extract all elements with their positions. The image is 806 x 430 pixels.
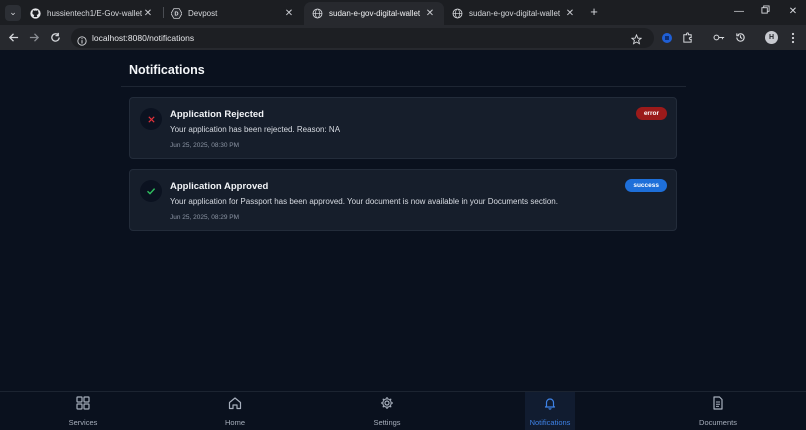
globe-icon (452, 8, 463, 19)
nav-item-documents[interactable]: Documents (692, 392, 744, 430)
notifications-page: Notifications Application Rejected Your … (0, 50, 806, 391)
close-tab-icon[interactable]: ✕ (424, 8, 436, 19)
nav-label: Documents (699, 417, 737, 427)
close-tab-icon[interactable]: ✕ (142, 8, 154, 19)
tab-search-button[interactable]: ⌄ (5, 4, 21, 21)
extension-sync-icon[interactable] (659, 30, 674, 45)
restore-icon[interactable] (758, 4, 772, 20)
notification-card[interactable]: Application Rejected Your application ha… (129, 97, 677, 159)
nav-label: Notifications (529, 417, 571, 427)
reload-icon[interactable] (48, 30, 63, 45)
browser-toolbar: localhost:8080/notifications (0, 25, 806, 50)
site-info-icon[interactable] (77, 33, 87, 51)
nav-label: Services (68, 417, 98, 427)
history-icon[interactable] (733, 30, 748, 45)
browser-tab-strip: ⌄ hussientech1/E-Gov-wallet ✕ D Devpost … (0, 0, 806, 25)
check-icon (140, 180, 162, 202)
notification-message: Your application has been rejected. Reas… (170, 125, 341, 134)
close-tab-icon[interactable]: ✕ (283, 8, 295, 19)
notification-date: Jun 25, 2025, 08:29 PM (170, 214, 240, 221)
extensions-puzzle-icon[interactable] (680, 30, 695, 45)
tab-e-gov-wallet-active[interactable]: sudan-e-gov-digital-wallet ✕ (304, 2, 444, 25)
forward-arrow-icon[interactable] (27, 30, 42, 45)
globe-icon (312, 8, 323, 19)
bell-icon (543, 396, 557, 415)
notification-message: Your application for Passport has been a… (170, 197, 558, 206)
back-arrow-icon[interactable] (6, 30, 21, 45)
close-window-icon[interactable]: ✕ (786, 4, 800, 20)
password-key-icon[interactable] (711, 30, 726, 45)
tab-label: sudan-e-gov-digital-wallet (329, 9, 421, 18)
document-icon (711, 395, 725, 415)
tab-label: sudan-e-gov-digital-wallet (469, 9, 561, 18)
notification-title: Application Rejected (170, 109, 264, 120)
url-text: localhost:8080/notifications (92, 33, 195, 43)
close-tab-icon[interactable]: ✕ (564, 8, 576, 19)
notification-card[interactable]: Application Approved Your application fo… (129, 169, 677, 231)
minimize-icon[interactable]: — (732, 4, 746, 20)
address-bar[interactable]: localhost:8080/notifications (71, 28, 654, 48)
profile-avatar[interactable]: H (765, 31, 778, 44)
svg-text:D: D (175, 12, 179, 18)
tab-label: hussientech1/E-Gov-wallet (47, 9, 142, 18)
new-tab-button[interactable]: + (587, 4, 601, 20)
github-icon (30, 8, 41, 19)
x-icon (140, 108, 162, 130)
status-badge-success: success (625, 179, 667, 192)
nav-item-services[interactable]: Services (57, 392, 109, 430)
bookmark-star-icon[interactable] (630, 32, 643, 50)
devpost-icon: D (171, 8, 182, 19)
title-divider (121, 86, 686, 87)
tab-label: Devpost (188, 9, 218, 18)
page-title: Notifications (129, 63, 205, 77)
grid-icon (76, 395, 90, 415)
tab-e-gov-wallet[interactable]: sudan-e-gov-digital-wallet ✕ (444, 2, 584, 25)
nav-label: Settings (373, 417, 401, 427)
kebab-menu-icon[interactable] (785, 30, 800, 45)
nav-item-settings[interactable]: Settings (362, 392, 412, 430)
tab-devpost[interactable]: D Devpost ✕ (163, 2, 303, 25)
status-badge-error: error (635, 107, 667, 120)
chevron-down-icon: ⌄ (9, 7, 17, 17)
nav-label: Home (224, 417, 245, 427)
gear-icon (380, 396, 394, 415)
home-icon (228, 396, 242, 415)
notification-title: Application Approved (170, 181, 269, 192)
notification-date: Jun 25, 2025, 08:30 PM (170, 142, 240, 149)
nav-item-notifications[interactable]: Notifications (525, 392, 575, 430)
nav-item-home[interactable]: Home (210, 392, 260, 430)
bottom-navigation: Services Home Settings Notifications Doc… (0, 391, 806, 430)
tab-github[interactable]: hussientech1/E-Gov-wallet ✕ (22, 2, 162, 25)
